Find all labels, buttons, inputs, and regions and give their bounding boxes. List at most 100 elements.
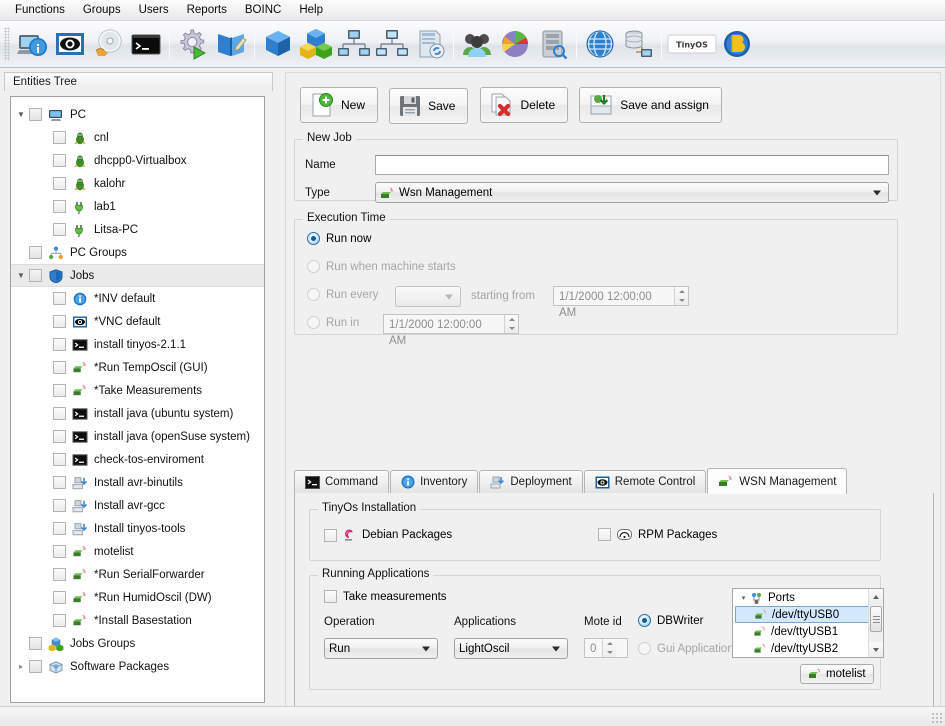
tree-item-checkbox[interactable] <box>53 568 66 581</box>
radio-run-now[interactable]: Run now <box>307 232 371 245</box>
eye-monitor-icon-button[interactable] <box>51 24 89 64</box>
tree-item-install-tinyos-2-1-1[interactable]: install tinyos-2.1.1 <box>11 333 264 356</box>
stepper-up-icon[interactable] <box>505 315 518 324</box>
users-group-icon-button[interactable] <box>458 24 496 64</box>
rpm-packages-checkbox[interactable]: RPM Packages <box>598 528 717 541</box>
tree-item-checkbox[interactable] <box>53 315 66 328</box>
radio-run-every[interactable]: Run every <box>307 288 378 301</box>
radio-run-in[interactable]: Run in <box>307 316 359 329</box>
tree-item-install-tinyos-tools[interactable]: Install tinyos-tools <box>11 517 264 540</box>
tree-item-install-avr-gcc[interactable]: Install avr-gcc <box>11 494 264 517</box>
tree-item-kalohr[interactable]: kalohr <box>11 172 264 195</box>
blue-cube-icon-button[interactable] <box>259 24 297 64</box>
tree-item-vnc-default[interactable]: *VNC default <box>11 310 264 333</box>
tree-item-litsa-pc[interactable]: Litsa-PC <box>11 218 264 241</box>
server-search-icon-button[interactable] <box>534 24 572 64</box>
tree-item-run-humidoscil-dw[interactable]: *Run HumidOscil (DW) <box>11 586 264 609</box>
menu-boinc[interactable]: BOINC <box>236 1 290 20</box>
tree-item-checkbox[interactable] <box>53 384 66 397</box>
tree-item-checkbox[interactable] <box>53 407 66 420</box>
tree-item-run-temposcil-gui[interactable]: *Run TempOscil (GUI) <box>11 356 264 379</box>
menu-help[interactable]: Help <box>290 1 332 20</box>
operation-combo[interactable]: Run <box>324 638 438 659</box>
radio-gui-application[interactable]: Gui Application <box>638 642 734 655</box>
stepper-down-icon[interactable] <box>675 296 688 305</box>
stepper-up-icon[interactable] <box>603 639 616 648</box>
tree-item-jobs-groups[interactable]: Jobs Groups <box>11 632 264 655</box>
tree-item-checkbox[interactable] <box>29 269 42 282</box>
run-every-interval-combo[interactable] <box>395 286 461 307</box>
tree-item-checkbox[interactable] <box>29 108 42 121</box>
ports-root-node[interactable]: ▾ Ports <box>733 589 883 606</box>
tree-item-checkbox[interactable] <box>53 200 66 213</box>
tree-item-checkbox[interactable] <box>53 292 66 305</box>
network-computers-icon-button[interactable] <box>335 24 373 64</box>
port-item[interactable]: /dev/ttyUSB2 <box>733 640 883 657</box>
mote-id-stepper[interactable] <box>602 639 617 657</box>
motelist-button[interactable]: motelist <box>800 664 874 684</box>
tree-item-jobs[interactable]: ▼ Jobs <box>11 264 264 287</box>
tree-item-run-serialforwarder[interactable]: *Run SerialForwarder <box>11 563 264 586</box>
tree-item-cnl[interactable]: cnl <box>11 126 264 149</box>
disc-hand-icon-button[interactable] <box>89 24 127 64</box>
tree-item-dhcpp0-virtualbox[interactable]: dhcpp0-Virtualbox <box>11 149 264 172</box>
expander-expanded-icon[interactable]: ▼ <box>13 271 29 280</box>
computer-info-icon-button[interactable] <box>13 24 51 64</box>
scroll-up-icon[interactable] <box>869 589 883 604</box>
gear-play-icon-button[interactable] <box>174 24 212 64</box>
tree-item-checkbox[interactable] <box>53 453 66 466</box>
new-button[interactable]: New <box>300 87 379 123</box>
tree-item-checkbox[interactable] <box>53 545 66 558</box>
tab-wsn-management[interactable]: WSN Management <box>707 468 848 494</box>
scroll-thumb[interactable] <box>870 606 882 632</box>
expander-expanded-icon[interactable]: ▼ <box>13 110 29 119</box>
ports-scrollbar[interactable] <box>868 589 883 657</box>
tree-item-inv-default[interactable]: *INV default <box>11 287 264 310</box>
scroll-down-icon[interactable] <box>869 642 883 657</box>
save-and-assign-button[interactable]: Save and assign <box>579 87 722 123</box>
entities-tree-listbox[interactable]: ▼ PC cnl dhcpp0-Virtualbox kalohr lab1 Li… <box>10 96 265 703</box>
tree-item-checkbox[interactable] <box>29 246 42 259</box>
menu-users[interactable]: Users <box>130 1 178 20</box>
blue-book-pencil-icon-button[interactable] <box>212 24 250 64</box>
tree-item-checkbox[interactable] <box>53 131 66 144</box>
expander-icon[interactable]: ▾ <box>737 594 750 602</box>
tree-item-checkbox[interactable] <box>53 430 66 443</box>
tree-item-checkbox[interactable] <box>53 361 66 374</box>
name-input[interactable] <box>375 155 889 175</box>
stepper-up-icon[interactable] <box>675 287 688 296</box>
tree-item-checkbox[interactable] <box>53 476 66 489</box>
network-computers-alt-icon-button[interactable] <box>373 24 411 64</box>
book-refresh-icon-button[interactable] <box>411 24 449 64</box>
applications-combo[interactable]: LightOscil <box>454 638 568 659</box>
tree-item-install-java-opensuse-system[interactable]: install java (openSuse system) <box>11 425 264 448</box>
radio-run-when-machine-starts[interactable]: Run when machine starts <box>307 260 456 273</box>
type-combo[interactable]: Wsn Management <box>375 182 889 203</box>
tree-item-checkbox[interactable] <box>29 660 42 673</box>
tree-item-software-packages[interactable]: ▸ Software Packages <box>11 655 264 678</box>
stepper-down-icon[interactable] <box>505 324 518 333</box>
starting-from-stepper[interactable] <box>674 287 688 305</box>
tree-item-checkbox[interactable] <box>53 338 66 351</box>
tinyos-logo-icon-button[interactable]: TinyOS <box>666 24 718 64</box>
tree-item-checkbox[interactable] <box>53 177 66 190</box>
tree-item-checkbox[interactable] <box>53 499 66 512</box>
cube-group-icon-button[interactable] <box>297 24 335 64</box>
tree-item-checkbox[interactable] <box>53 154 66 167</box>
port-item[interactable]: /dev/ttyUSB1 <box>733 623 883 640</box>
tree-item-install-java-ubuntu-system[interactable]: install java (ubuntu system) <box>11 402 264 425</box>
expander-collapsed-icon[interactable]: ▸ <box>13 662 29 671</box>
tree-item-pc-groups[interactable]: PC Groups <box>11 241 264 264</box>
database-network-icon-button[interactable] <box>619 24 657 64</box>
tree-item-lab1[interactable]: lab1 <box>11 195 264 218</box>
tree-item-pc[interactable]: ▼ PC <box>11 103 264 126</box>
starting-from-datetime[interactable]: 1/1/2000 12:00:00 AM <box>553 286 689 319</box>
mote-id-spinner[interactable]: 0 <box>584 638 628 658</box>
menu-functions[interactable]: Functions <box>6 1 74 20</box>
tree-item-checkbox[interactable] <box>29 637 42 650</box>
pie-chart-icon-button[interactable] <box>496 24 534 64</box>
stepper-down-icon[interactable] <box>603 648 616 657</box>
resize-grip-icon[interactable] <box>931 712 943 724</box>
debian-packages-checkbox[interactable]: Debian Packages <box>324 528 452 542</box>
save-button[interactable]: Save <box>389 88 469 124</box>
